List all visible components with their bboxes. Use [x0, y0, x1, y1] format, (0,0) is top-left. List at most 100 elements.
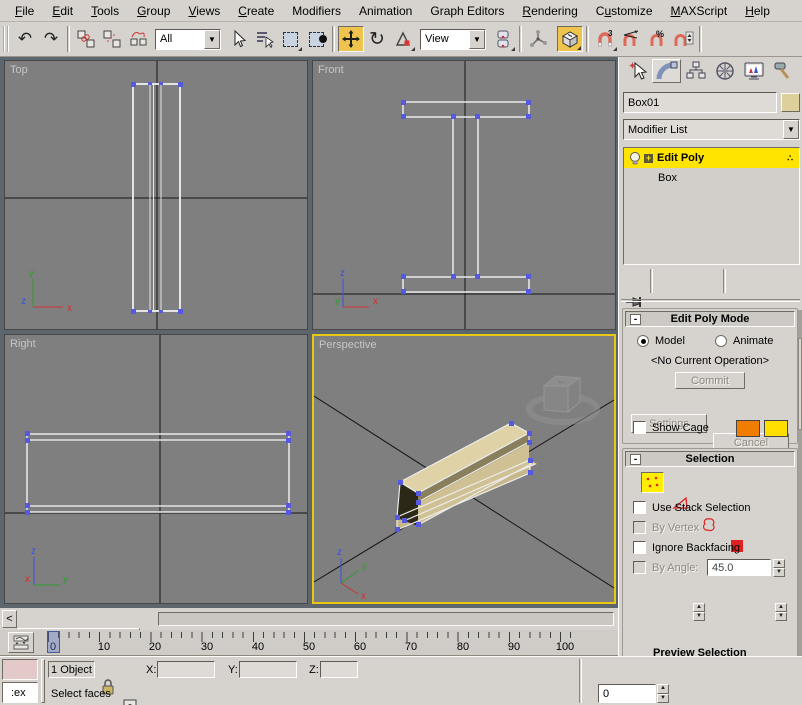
listener-splitter[interactable] [41, 659, 45, 703]
reference-coordinate-system-dropdown[interactable]: View ▼ [420, 29, 486, 50]
menu-item[interactable]: MAXScript [662, 1, 737, 21]
frame-spinner[interactable]: ▲▼ [657, 684, 669, 703]
axis-label-x: x [67, 303, 72, 314]
toolbar-drag-handle[interactable] [3, 26, 9, 52]
animate-radio[interactable]: Animate [715, 335, 773, 347]
cage-selected-color-swatch[interactable] [764, 420, 788, 437]
rollout-selection-header[interactable]: - Selection [625, 451, 795, 467]
menu-item[interactable]: Modifiers [283, 1, 350, 21]
maxscript-mini-listener[interactable]: :ex [2, 682, 38, 703]
modifier-list-dropdown[interactable]: Modifier List ▼ [623, 119, 800, 140]
menu-item[interactable]: Edit [43, 1, 82, 21]
menu-item[interactable]: Animation [350, 1, 421, 21]
selection-filter-dropdown[interactable]: All ▼ [155, 29, 221, 50]
radio-icon[interactable] [715, 335, 727, 347]
modifier-enabled-lightbulb-icon[interactable] [628, 151, 642, 166]
viewport-front[interactable]: z y x Front [312, 60, 616, 330]
ring-spinner[interactable]: ▲▼ [693, 603, 705, 621]
select-and-move-icon[interactable] [338, 26, 364, 52]
model-radio[interactable]: Model [637, 335, 685, 347]
panel-scrollbar[interactable] [798, 310, 802, 656]
select-and-scale-icon[interactable] [390, 26, 416, 52]
menu-item[interactable]: Group [128, 1, 179, 21]
menu-item[interactable]: Customize [587, 1, 662, 21]
window-crossing-icon[interactable] [303, 26, 329, 52]
angle-snap-toggle-icon[interactable] [618, 26, 644, 52]
checkbox-icon[interactable] [633, 541, 646, 554]
menu-item[interactable]: Graph Editors [421, 1, 513, 21]
menu-item[interactable]: Help [736, 1, 779, 21]
select-and-rotate-icon[interactable]: ↻ [364, 26, 390, 52]
menu-item[interactable]: Create [229, 1, 283, 21]
select-and-link-icon[interactable] [73, 26, 99, 52]
cage-color-swatch[interactable] [736, 420, 760, 437]
collapse-icon[interactable]: - [630, 314, 641, 325]
ignore-backfacing-checkbox[interactable]: Ignore Backfacing [633, 541, 740, 554]
collapse-icon[interactable]: - [630, 454, 641, 465]
percent-snap-toggle-icon[interactable]: % [644, 26, 670, 52]
tab-hierarchy[interactable] [681, 59, 710, 83]
time-slider-prev-button[interactable]: < [2, 610, 17, 628]
tab-display[interactable] [739, 59, 768, 83]
x-coordinate-field[interactable] [157, 661, 215, 678]
snaps-toggle-icon[interactable] [557, 26, 583, 52]
select-by-name-icon[interactable] [251, 26, 277, 52]
snap-3d-magnet-icon[interactable]: 3 [592, 26, 618, 52]
by-angle-spinner[interactable]: ▲▼ [773, 559, 785, 576]
use-pivot-point-center-icon[interactable] [490, 26, 516, 52]
panel-scrollbar-thumb[interactable] [798, 338, 802, 430]
chevron-down-icon[interactable]: ▼ [783, 120, 799, 139]
y-coordinate-field[interactable] [239, 661, 297, 678]
viewport-top-label[interactable]: Top [10, 64, 28, 76]
z-coordinate-field[interactable] [320, 661, 358, 678]
border-subobject-icon[interactable] [697, 514, 720, 535]
viewport-right-label[interactable]: Right [10, 338, 36, 350]
viewport-perspective[interactable]: z y x Perspective [312, 334, 616, 604]
tab-motion[interactable] [710, 59, 739, 83]
chevron-down-icon[interactable]: ▼ [204, 30, 220, 49]
spinner-snap-toggle-icon[interactable] [670, 26, 696, 52]
loop-spinner[interactable]: ▲▼ [775, 603, 787, 621]
unlink-icon[interactable] [99, 26, 125, 52]
bind-to-space-warp-icon[interactable] [125, 26, 151, 52]
current-frame-field[interactable]: 0 [598, 684, 656, 703]
stack-row-edit-poly[interactable]: + Edit Poly ∴ [624, 148, 799, 168]
time-slider-track[interactable] [158, 612, 614, 626]
absolute-offset-mode-icon[interactable] [121, 696, 139, 705]
vertex-subobject-icon[interactable] [641, 472, 664, 493]
macro-recorder-pane[interactable] [2, 659, 38, 680]
checkbox-icon[interactable] [633, 501, 646, 514]
menu-item[interactable]: Views [179, 1, 229, 21]
open-mini-curve-editor-button[interactable] [8, 632, 34, 653]
object-color-swatch[interactable] [781, 93, 800, 112]
viewport-front-label[interactable]: Front [318, 64, 344, 76]
viewport-perspective-label[interactable]: Perspective [319, 339, 376, 351]
expand-subobjects-icon[interactable]: + [644, 154, 653, 163]
chevron-down-icon[interactable]: ▼ [469, 30, 485, 49]
use-stack-selection-checkbox[interactable]: Use Stack Selection [633, 501, 750, 514]
show-cage-checkbox[interactable]: Show Cage [633, 421, 709, 434]
stack-row-box[interactable]: Box [624, 168, 799, 187]
redo-icon[interactable]: ↷ [38, 26, 64, 52]
object-name-field[interactable]: Box01 [623, 92, 777, 113]
modifier-stack[interactable]: + Edit Poly ∴ Box [623, 147, 800, 265]
by-angle-field[interactable]: 45.0 [707, 559, 771, 576]
tab-create[interactable] [623, 59, 652, 83]
select-object-icon[interactable] [225, 26, 251, 52]
axis-label-z: z [337, 547, 342, 558]
select-and-manipulate-icon[interactable] [525, 26, 551, 52]
tab-utilities[interactable] [768, 59, 797, 83]
viewport-top[interactable]: y x z Top [4, 60, 308, 330]
rollout-edit-poly-mode-header[interactable]: - Edit Poly Mode [625, 311, 795, 327]
viewport-right[interactable]: z x y Right [4, 334, 308, 604]
current-frame-indicator[interactable] [47, 631, 60, 653]
undo-icon[interactable]: ↶ [12, 26, 38, 52]
menu-item[interactable]: Tools [82, 1, 128, 21]
radio-icon[interactable] [637, 335, 649, 347]
checkbox-icon[interactable] [633, 421, 646, 434]
track-bar[interactable]: 0102030405060708090100 [0, 630, 618, 656]
menu-item[interactable]: File [6, 1, 43, 21]
menu-item[interactable]: Rendering [513, 1, 586, 21]
rectangular-selection-region-icon[interactable] [277, 26, 303, 52]
tab-modify[interactable] [652, 59, 681, 83]
